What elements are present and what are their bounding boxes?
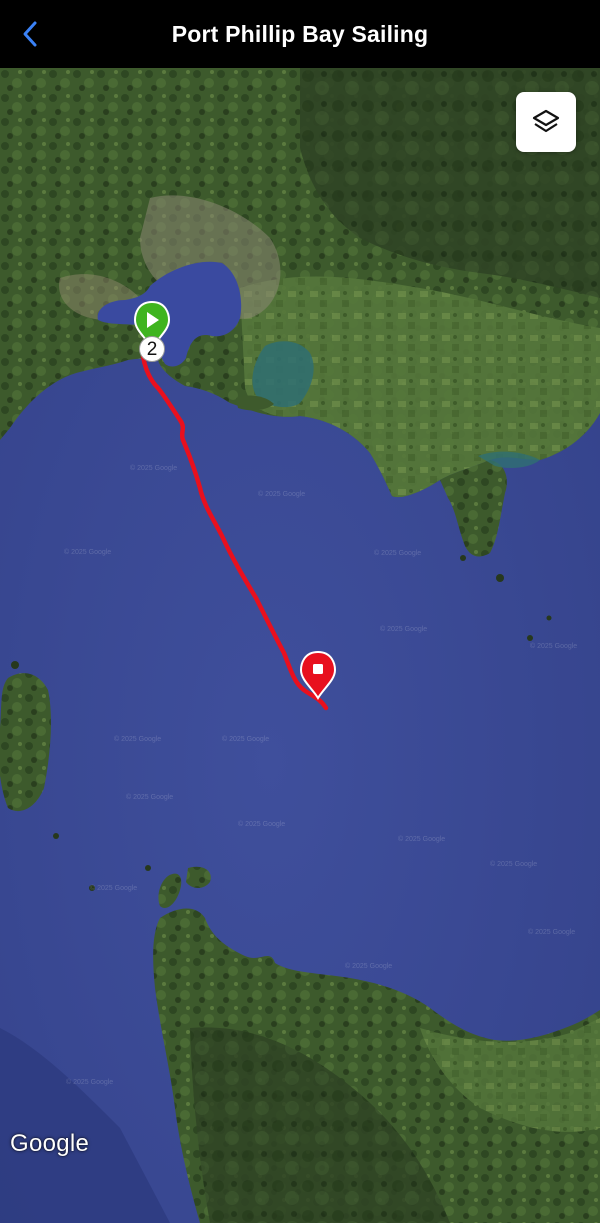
stop-icon: [313, 664, 323, 674]
chevron-left-icon: [23, 21, 37, 47]
svg-text:© 2025 Google: © 2025 Google: [398, 835, 445, 843]
layers-icon: [532, 109, 560, 133]
svg-text:© 2025 Google: © 2025 Google: [345, 962, 392, 970]
map-canvas: © 2025 Google © 2025 Google © 2025 Googl…: [0, 68, 600, 1223]
layers-button[interactable]: [516, 92, 576, 152]
svg-text:© 2025 Google: © 2025 Google: [130, 464, 177, 472]
island: [496, 574, 504, 582]
svg-text:© 2025 Google: © 2025 Google: [238, 820, 285, 828]
back-button[interactable]: [10, 14, 50, 54]
island: [527, 635, 533, 641]
svg-text:© 2025 Google: © 2025 Google: [380, 625, 427, 633]
svg-text:© 2025 Google: © 2025 Google: [114, 735, 161, 743]
island: [53, 833, 59, 839]
svg-text:© 2025 Google: © 2025 Google: [490, 860, 537, 868]
header-bar: Port Phillip Bay Sailing: [0, 0, 600, 68]
svg-text:© 2025 Google: © 2025 Google: [374, 549, 421, 557]
cluster-count-badge[interactable]: 2: [139, 336, 165, 362]
island: [460, 555, 466, 561]
svg-text:© 2025 Google: © 2025 Google: [530, 642, 577, 650]
island: [546, 615, 552, 621]
svg-text:© 2025 Google: © 2025 Google: [90, 884, 137, 892]
svg-text:© 2025 Google: © 2025 Google: [64, 548, 111, 556]
svg-text:© 2025 Google: © 2025 Google: [258, 490, 305, 498]
robbins-island: [186, 866, 211, 888]
svg-text:© 2025 Google: © 2025 Google: [66, 1078, 113, 1086]
svg-text:© 2025 Google: © 2025 Google: [528, 928, 575, 936]
island: [145, 865, 151, 871]
page-title: Port Phillip Bay Sailing: [171, 20, 429, 47]
svg-text:© 2025 Google: © 2025 Google: [126, 793, 173, 801]
svg-text:© 2025 Google: © 2025 Google: [222, 735, 269, 743]
island: [11, 661, 19, 669]
google-attribution: Google: [10, 1130, 90, 1157]
satellite-map[interactable]: © 2025 Google © 2025 Google © 2025 Googl…: [0, 68, 600, 1223]
